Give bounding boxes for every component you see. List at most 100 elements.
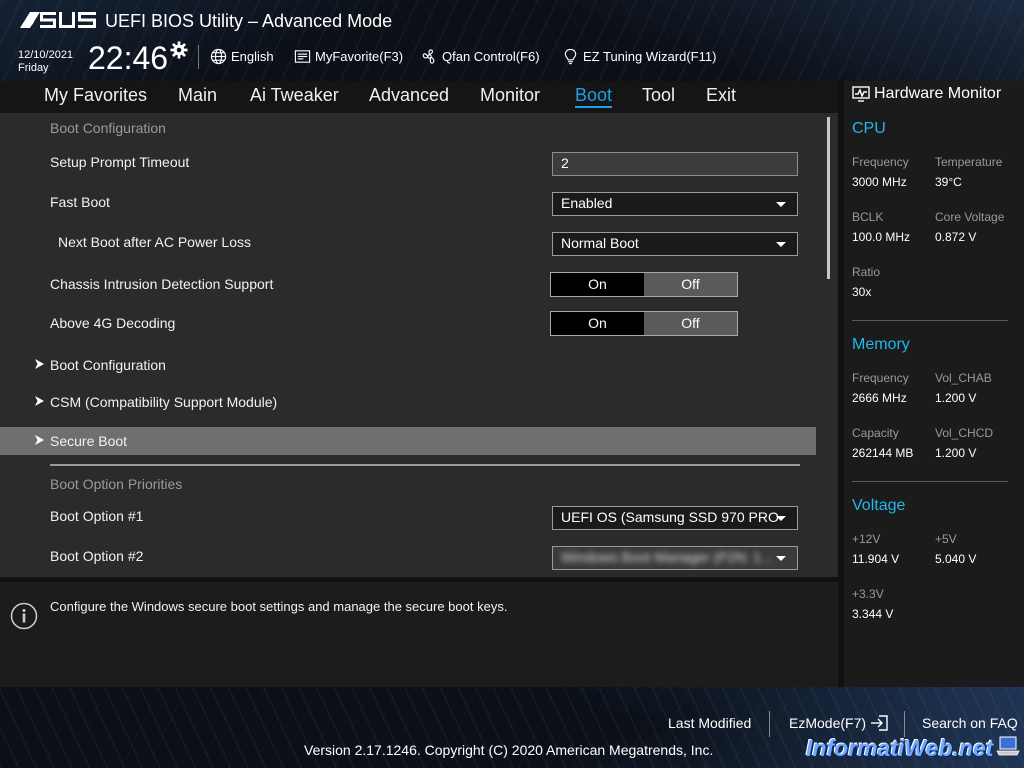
v33-label: +3.3V: [852, 587, 884, 601]
boot-option-1-dropdown[interactable]: UEFI OS (Samsung SSD 970 PRO: [552, 506, 798, 530]
submenu-secure-boot[interactable]: Secure Boot: [0, 427, 816, 455]
settings-panel: Boot Configuration Setup Prompt Timeout …: [0, 113, 838, 577]
above-4g-off[interactable]: Off: [644, 312, 737, 335]
cpu-frequency-value: 3000 MHz: [852, 175, 907, 189]
vol-chab-label: Vol_CHAB: [935, 371, 992, 385]
scrollbar[interactable]: [827, 117, 830, 279]
tab-main[interactable]: Main: [178, 85, 217, 106]
exit-arrow-icon: [871, 715, 888, 731]
language-button[interactable]: English: [210, 46, 274, 66]
boot-option-2-dropdown[interactable]: Windows Boot Manager (P2N: 1...: [552, 546, 798, 570]
search-faq-button[interactable]: Search on FAQ: [922, 715, 1018, 731]
tab-my-favorites[interactable]: My Favorites: [44, 85, 147, 106]
info-icon: [10, 602, 38, 630]
last-modified-button[interactable]: Last Modified: [668, 715, 751, 731]
v12-label: +12V: [852, 532, 881, 546]
help-panel: Configure the Windows secure boot settin…: [0, 577, 838, 687]
fast-boot-dropdown[interactable]: Enabled: [552, 192, 798, 216]
tab-exit[interactable]: Exit: [706, 85, 736, 106]
help-text: Configure the Windows secure boot settin…: [50, 599, 508, 614]
above-4g-label: Above 4G Decoding: [50, 315, 176, 331]
core-voltage-label: Core Voltage: [935, 210, 1005, 224]
tab-advanced[interactable]: Advanced: [369, 85, 449, 106]
hardware-monitor-title: Hardware Monitor: [874, 85, 1002, 102]
chassis-intrusion-on[interactable]: On: [551, 273, 644, 296]
chevron-right-icon: [35, 359, 44, 369]
capacity-value: 262144 MB: [852, 446, 914, 460]
submenu-csm-label: CSM (Compatibility Support Module): [50, 394, 278, 410]
tab-bar: My Favorites Main Ai Tweaker Advanced Mo…: [0, 81, 838, 113]
bios-title: UEFI BIOS Utility – Advanced Mode: [105, 11, 393, 31]
capacity-label: Capacity: [852, 426, 899, 440]
chevron-down-icon: [776, 242, 786, 247]
ez-tuning-label: EZ Tuning Wizard(F11): [583, 48, 717, 64]
cpu-temperature-value: 39°C: [935, 175, 962, 189]
above-4g-on[interactable]: On: [551, 312, 644, 335]
footer-separator: [904, 711, 905, 737]
globe-icon: [210, 48, 227, 64]
memory-frequency-value: 2666 MHz: [852, 391, 907, 405]
section-boot-configuration: Boot Configuration: [50, 120, 166, 136]
chevron-down-icon: [776, 556, 786, 561]
chevron-right-icon: [35, 396, 44, 406]
cpu-divider: [852, 320, 1008, 321]
hardware-monitor-panel: Hardware Monitor CPU Frequency Temperatu…: [844, 81, 1024, 687]
ezmode-label: EzMode(F7): [789, 715, 867, 731]
submenu-csm[interactable]: CSM (Compatibility Support Module): [0, 388, 816, 416]
ratio-value: 30x: [852, 285, 872, 299]
chevron-down-icon: [776, 202, 786, 207]
chassis-intrusion-off[interactable]: Off: [644, 273, 737, 296]
bclk-value: 100.0 MHz: [852, 230, 911, 244]
memory-section-title: Memory: [852, 336, 910, 353]
submenu-boot-configuration[interactable]: Boot Configuration: [0, 351, 816, 379]
fan-icon: [422, 48, 435, 64]
section-boot-option-priorities: Boot Option Priorities: [50, 476, 183, 492]
v5-label: +5V: [935, 532, 957, 546]
ezmode-button[interactable]: EzMode(F7): [789, 715, 888, 731]
vol-chcd-value: 1.200 V: [935, 446, 977, 460]
myfavorite-button[interactable]: MyFavorite(F3): [294, 46, 403, 66]
core-voltage-value: 0.872 V: [935, 230, 977, 244]
cpu-section-title: CPU: [852, 120, 886, 137]
boot-option-2-value: Windows Boot Manager (P2N: 1...: [561, 549, 773, 565]
ez-tuning-button[interactable]: EZ Tuning Wizard(F11): [562, 46, 716, 66]
header-separator: [198, 45, 199, 69]
asus-logo-mark: [20, 12, 96, 28]
footer-separator: [769, 711, 770, 737]
qfan-label: Qfan Control(F6): [442, 48, 540, 64]
footer-bar: Last Modified EzMode(F7) Search on FAQ V…: [0, 687, 1024, 768]
voltage-section-title: Voltage: [852, 497, 906, 514]
chassis-intrusion-label: Chassis Intrusion Detection Support: [50, 276, 274, 292]
tab-boot[interactable]: Boot: [575, 85, 613, 108]
clock[interactable]: 22:46: [88, 40, 168, 77]
language-label: English: [231, 48, 274, 64]
next-boot-ac-dropdown[interactable]: Normal Boot: [552, 232, 798, 256]
section-divider: [50, 464, 800, 466]
date-text: 12/10/2021: [18, 49, 74, 61]
qfan-button[interactable]: Qfan Control(F6): [421, 46, 540, 66]
tab-ai-tweaker[interactable]: Ai Tweaker: [250, 85, 339, 106]
v12-value: 11.904 V: [852, 552, 900, 566]
memory-divider: [852, 481, 1008, 482]
tab-monitor[interactable]: Monitor: [480, 85, 540, 106]
memory-frequency-label: Frequency: [852, 371, 909, 385]
tab-tool[interactable]: Tool: [642, 85, 675, 106]
setup-prompt-timeout-field[interactable]: 2: [552, 152, 798, 176]
chevron-down-icon: [776, 516, 786, 521]
cpu-temperature-label: Temperature: [935, 155, 1003, 169]
boot-option-1-label: Boot Option #1: [50, 508, 144, 524]
above-4g-toggle[interactable]: On Off: [550, 311, 738, 336]
boot-option-2-label: Boot Option #2: [50, 548, 144, 564]
monitor-icon: [852, 86, 870, 102]
date-display: 12/10/2021 Friday: [18, 49, 73, 75]
hardware-monitor-header: Hardware Monitor: [852, 85, 1001, 103]
header-bar: UEFI BIOS Utility – Advanced Mode 12/10/…: [0, 0, 1024, 81]
myfavorite-label: MyFavorite(F3): [315, 48, 404, 64]
gear-icon[interactable]: [170, 41, 188, 59]
setup-prompt-timeout-label: Setup Prompt Timeout: [50, 154, 190, 170]
boot-option-1-value: UEFI OS (Samsung SSD 970 PRO: [561, 509, 779, 525]
asus-logo: [18, 10, 98, 34]
v5-value: 5.040 V: [935, 552, 977, 566]
submenu-boot-configuration-label: Boot Configuration: [50, 357, 166, 373]
chassis-intrusion-toggle[interactable]: On Off: [550, 272, 738, 297]
